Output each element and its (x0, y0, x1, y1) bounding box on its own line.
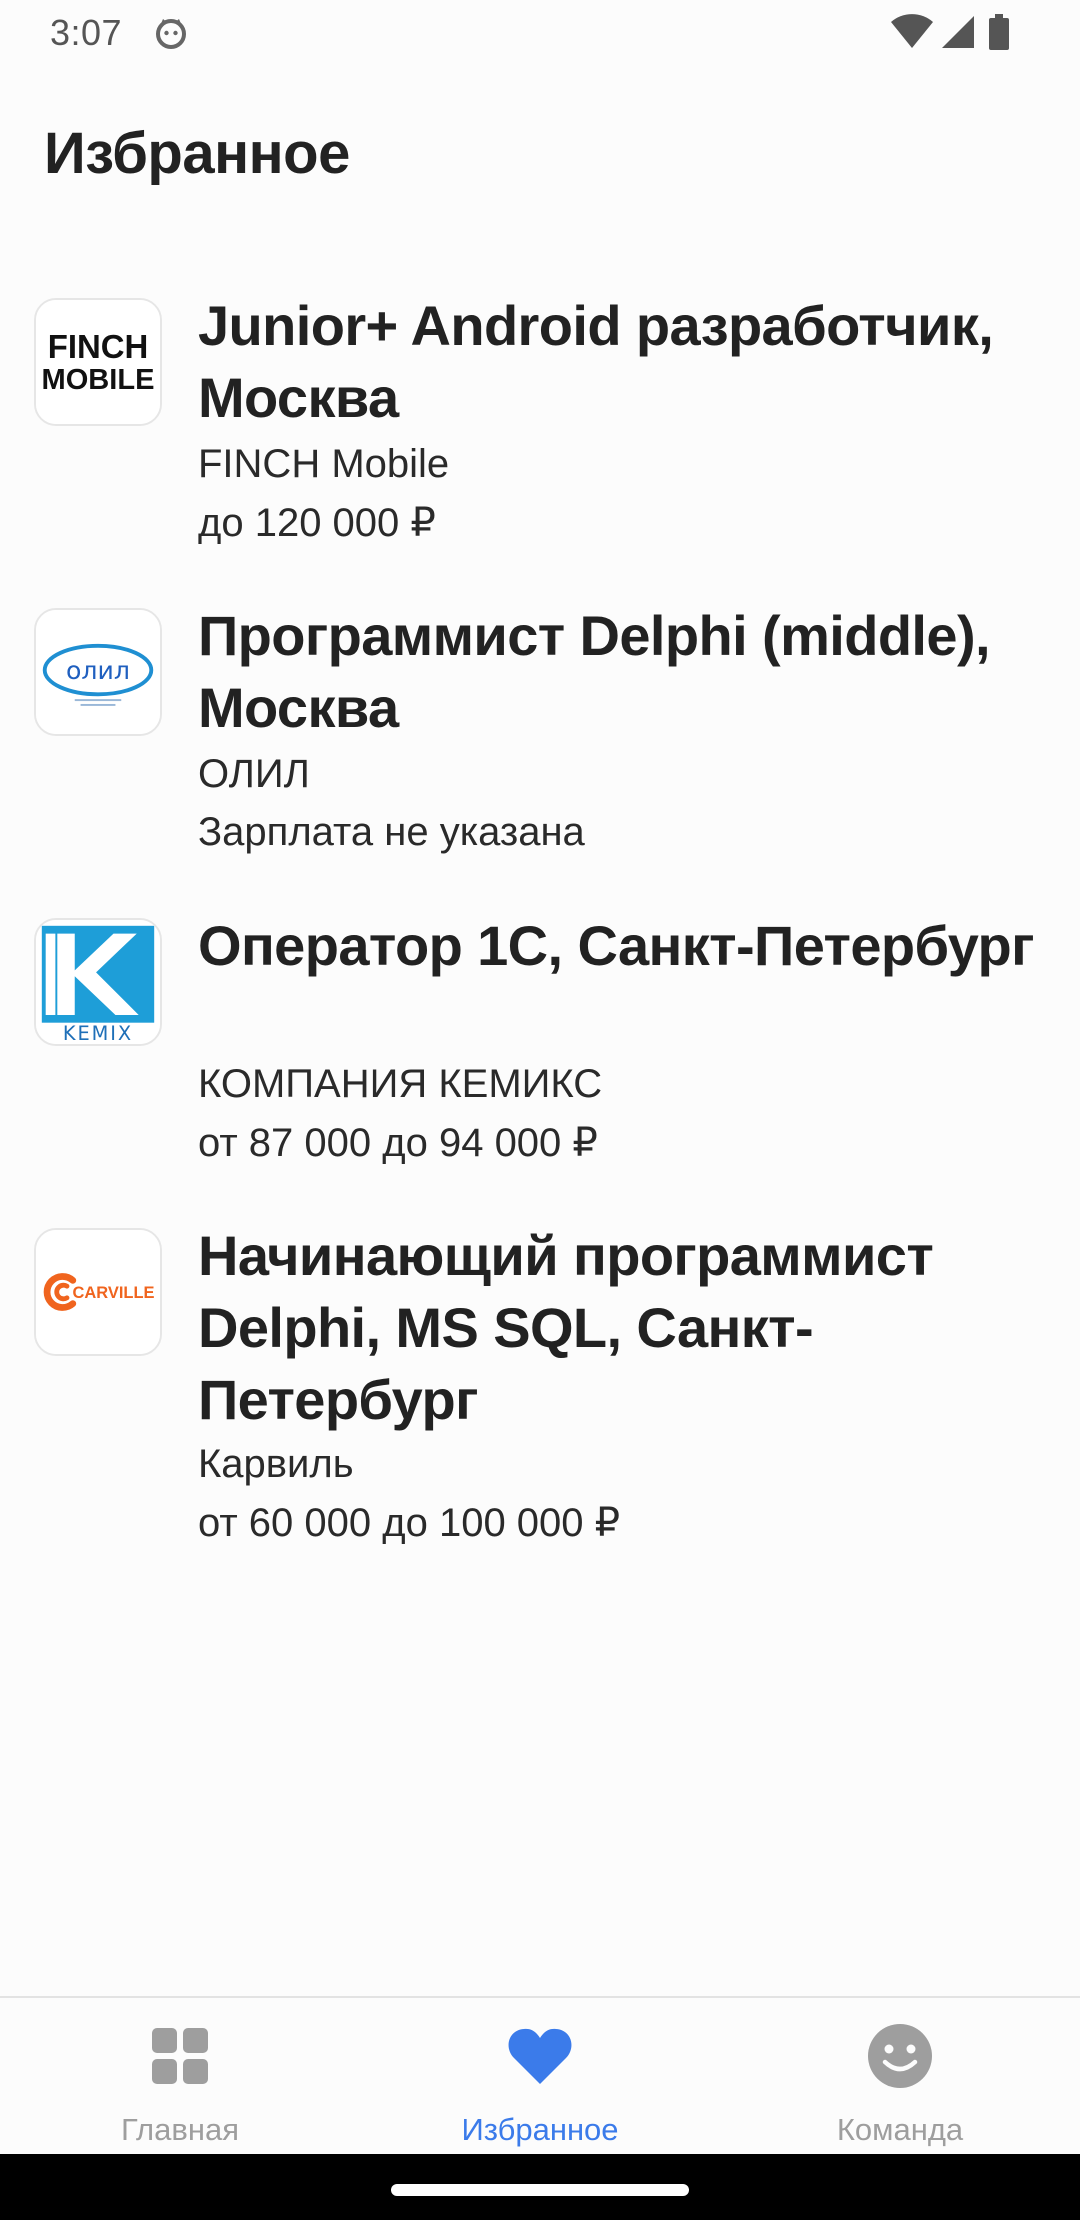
vacancy-card[interactable]: CARVILLE Начинающий программист Delphi, … (0, 1220, 1080, 1560)
status-time: 3:07 (50, 12, 123, 53)
status-bar: 3:07 (0, 0, 1080, 66)
carville-logo-text: CARVILLE (73, 1284, 155, 1302)
vacancy-title: Программист Delphi (middle), Москва (198, 604, 991, 739)
vacancy-company: ОЛИЛ (198, 752, 310, 796)
heart-icon (508, 2028, 572, 2084)
kemix-logo-text: KEMIX (63, 1022, 133, 1044)
cat-notification-icon (156, 19, 186, 49)
signal-icon (942, 16, 974, 48)
vacancy-company: КОМПАНИЯ КЕМИКС (198, 1062, 603, 1106)
nav-label-home: Главная (121, 2112, 239, 2147)
home-gesture-handle[interactable] (391, 2184, 689, 2196)
vacancy-salary: до 120 000 ₽ (198, 501, 436, 545)
finch-logo-text-bottom: MOBILE (42, 364, 155, 396)
vacancy-company: Карвиль (198, 1442, 354, 1486)
olil-logo: олил (34, 608, 162, 736)
kemix-logo: KEMIX (34, 918, 162, 1046)
vacancy-title: Оператор 1С, Санкт-Петербург (198, 914, 1034, 977)
olil-logo-text: олил (66, 656, 130, 685)
finch-mobile-logo: FINCH MOBILE (34, 298, 162, 426)
vacancy-card[interactable]: KEMIX Оператор 1С, Санкт-Петербург КОМПА… (0, 910, 1080, 1180)
vacancy-title: Начинающий программист Delphi, MS SQL, С… (198, 1224, 934, 1431)
vacancy-company: FINCH Mobile (198, 442, 450, 486)
carville-logo: CARVILLE (34, 1228, 162, 1356)
nav-label-favorites: Избранное (461, 2112, 619, 2147)
vacancy-salary: Зарплата не указана (198, 810, 585, 854)
grid-icon (152, 2028, 208, 2084)
nav-item-team[interactable]: Команда (720, 1998, 1080, 2156)
page-title: Избранное (44, 121, 350, 186)
vacancy-salary: от 87 000 до 94 000 ₽ (198, 1121, 598, 1165)
nav-label-team: Команда (836, 2112, 964, 2147)
vacancy-card[interactable]: FINCH MOBILE Junior+ Android разработчик… (0, 290, 1080, 560)
wifi-icon (891, 14, 933, 48)
vacancy-card[interactable]: олил Программист Delphi (middle), Москва… (0, 600, 1080, 870)
nav-item-favorites[interactable]: Избранное (360, 1998, 720, 2156)
battery-icon (989, 14, 1009, 50)
bottom-nav: Главная Избранное Команда (0, 1996, 1080, 2156)
finch-logo-text-top: FINCH (48, 328, 149, 365)
vacancy-title: Junior+ Android разработчик, Москва (198, 294, 994, 429)
vacancy-salary: от 60 000 до 100 000 ₽ (198, 1501, 621, 1545)
smiley-icon (868, 2024, 932, 2088)
system-gesture-bar (0, 2154, 1080, 2220)
nav-item-home[interactable]: Главная (0, 1998, 360, 2156)
